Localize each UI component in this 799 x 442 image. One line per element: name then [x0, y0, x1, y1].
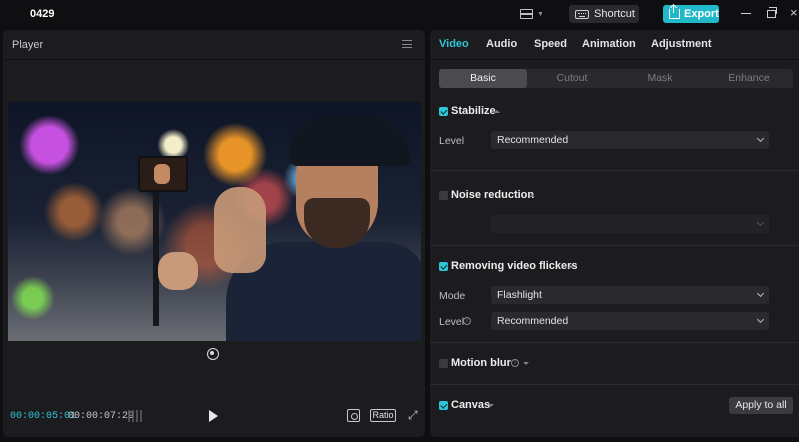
chevron-down-icon	[756, 134, 765, 143]
subtab-basic[interactable]: Basic	[439, 69, 527, 88]
flickers-level-value: Recommended	[497, 315, 569, 327]
stabilize-checkbox[interactable]	[439, 107, 448, 116]
tab-audio[interactable]: Audio	[486, 38, 517, 50]
ratio-button[interactable]: Ratio	[370, 409, 396, 422]
top-bar: 0429 ▼ Shortcut Export ×	[0, 0, 799, 28]
chevron-down-icon: ▼	[537, 10, 544, 18]
inspector-panel: Video Audio Speed Animation Adjustment B…	[430, 30, 799, 437]
tab-animation[interactable]: Animation	[582, 38, 636, 50]
raised-hand	[214, 187, 266, 273]
person-beard	[304, 198, 370, 248]
flickers-mode-label: Mode	[439, 290, 466, 302]
maximize-icon[interactable]	[767, 7, 777, 18]
video-preview[interactable]	[8, 102, 421, 341]
tab-video[interactable]: Video	[439, 38, 469, 50]
flickers-level-label: Level	[439, 316, 465, 328]
layout-icon	[520, 9, 533, 19]
subtab-enhance[interactable]: Enhance	[705, 69, 793, 88]
player-header: Player	[3, 30, 425, 60]
chevron-down-icon[interactable]	[523, 362, 529, 365]
chevron-up-icon[interactable]	[568, 265, 574, 268]
subtab-mask[interactable]: Mask	[616, 69, 704, 88]
player-title: Player	[12, 39, 44, 51]
export-icon	[669, 5, 680, 19]
motion-blur-checkbox[interactable]	[439, 359, 448, 368]
noise-reduction-title: Noise reduction	[451, 189, 535, 201]
divider	[430, 384, 799, 385]
divider	[430, 170, 799, 171]
stabilize-title: Stabilize	[451, 105, 496, 117]
chevron-down-icon	[756, 218, 765, 227]
gimbal-phone	[138, 156, 188, 192]
export-button[interactable]: Export	[663, 5, 719, 23]
play-icon[interactable]	[209, 410, 218, 422]
chevron-down-icon	[756, 289, 765, 298]
keyboard-icon	[575, 9, 589, 19]
stabilize-level-value: Recommended	[497, 134, 569, 146]
close-icon[interactable]: ×	[790, 6, 799, 20]
rotate-icon[interactable]	[207, 348, 219, 360]
flickers-level-select[interactable]: Recommended	[491, 312, 769, 330]
divider	[430, 245, 799, 246]
stabilize-level-select[interactable]: Recommended	[491, 131, 769, 149]
export-label: Export	[684, 8, 719, 20]
apply-to-all-button[interactable]: Apply to all	[729, 397, 793, 414]
chevron-up-icon[interactable]	[494, 110, 500, 113]
gimbal-hand	[158, 252, 198, 290]
shortcut-label: Shortcut	[594, 8, 635, 20]
player-panel: Player 00:00:05:01 00:00:07:29 Ratio ⤢	[3, 30, 425, 437]
minimize-icon[interactable]	[741, 13, 751, 15]
subtab-cutout[interactable]: Cutout	[528, 69, 616, 88]
canvas-checkbox[interactable]	[439, 401, 448, 410]
noise-reduction-select	[491, 215, 769, 233]
tab-adjustment[interactable]: Adjustment	[651, 38, 712, 50]
flickers-mode-value: Flashlight	[497, 289, 542, 301]
stabilize-level-label: Level	[439, 135, 465, 147]
info-icon[interactable]: i	[463, 317, 471, 325]
chevron-up-icon[interactable]	[529, 194, 535, 197]
flickers-title: Removing video flickers	[451, 260, 578, 272]
tab-speed[interactable]: Speed	[534, 38, 567, 50]
current-time: 00:00:05:01	[10, 411, 77, 422]
project-title: 0429	[30, 8, 55, 20]
canvas-title: Canvas	[451, 399, 491, 411]
flickers-mode-select[interactable]: Flashlight	[491, 286, 769, 304]
shortcut-button[interactable]: Shortcut	[569, 5, 639, 23]
noise-reduction-checkbox[interactable]	[439, 191, 448, 200]
fullscreen-icon[interactable]: ⤢	[408, 409, 419, 421]
info-icon[interactable]: i	[511, 359, 519, 367]
flickers-checkbox[interactable]	[439, 262, 448, 271]
divider	[430, 342, 799, 343]
subtabs: Basic Cutout Mask Enhance	[439, 69, 793, 88]
person-cap	[290, 116, 410, 166]
focus-icon[interactable]	[347, 409, 360, 422]
layout-button[interactable]: ▼	[520, 6, 546, 22]
motion-blur-title: Motion blur	[451, 357, 511, 369]
total-time: 00:00:07:29	[68, 411, 135, 422]
chevron-down-icon	[756, 315, 765, 324]
inspector-tabs: Video Audio Speed Animation Adjustment	[430, 30, 799, 60]
waveform-icon[interactable]	[128, 410, 144, 422]
chevron-down-icon[interactable]	[488, 404, 494, 407]
menu-icon[interactable]	[402, 40, 412, 48]
